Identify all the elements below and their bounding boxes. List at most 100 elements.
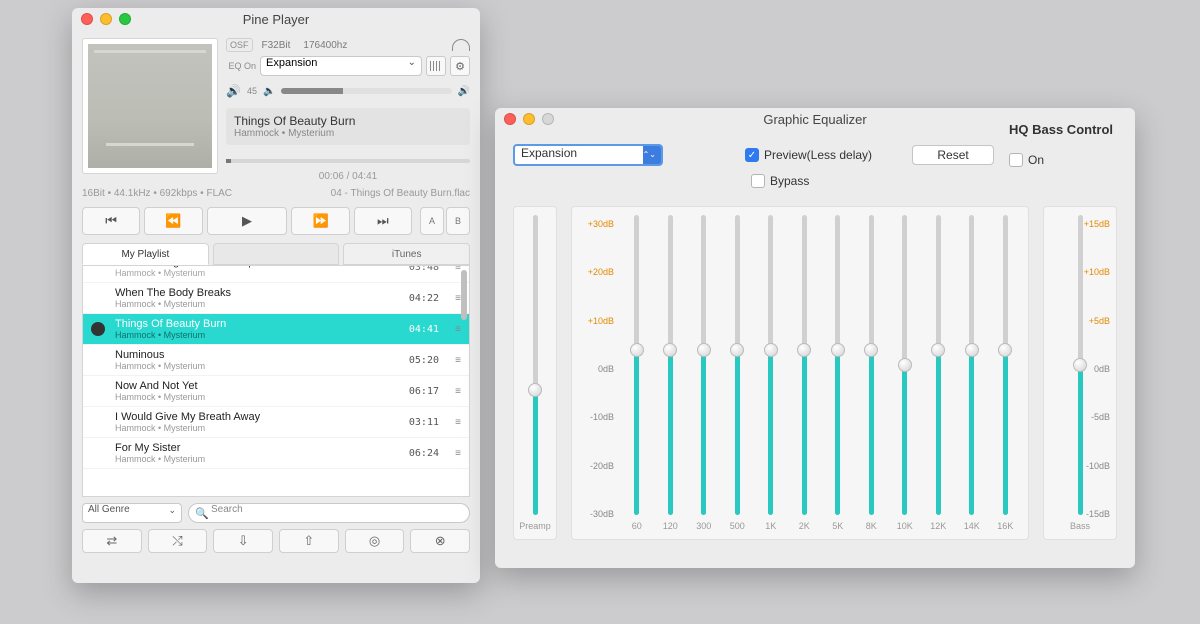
eq-preset-select[interactable]: Expansion ⌃⌄: [513, 144, 663, 166]
export-button[interactable]: ⇧: [279, 529, 339, 553]
playlist-row[interactable]: For My SisterHammock • Mysterium06:24≡: [83, 438, 469, 469]
scale-label: -30dB: [578, 509, 614, 519]
slider-thumb[interactable]: [630, 343, 644, 357]
band-freq-label: 12K: [930, 521, 946, 531]
volume-up-icon[interactable]: 🔊: [458, 86, 470, 97]
player-titlebar[interactable]: Pine Player: [72, 8, 480, 30]
hq-on-checkbox[interactable]: [1009, 153, 1023, 167]
bypass-checkbox[interactable]: [751, 174, 765, 188]
slider-thumb[interactable]: [931, 343, 945, 357]
time-current: 00:06: [319, 171, 344, 182]
search-placeholder: Search: [211, 504, 243, 515]
row-menu-icon[interactable]: ≡: [455, 417, 461, 428]
preamp-slider[interactable]: [533, 215, 538, 515]
ab-b-button[interactable]: B: [446, 207, 470, 235]
playlist-scrollbar[interactable]: [461, 270, 467, 320]
sample-rate-label: 176400hz: [303, 40, 347, 51]
reset-button[interactable]: Reset: [912, 145, 994, 165]
slider-thumb[interactable]: [730, 343, 744, 357]
next-track-button[interactable]: ⏭: [354, 207, 412, 235]
playlist-row[interactable]: When The Body BreaksHammock • Mysterium0…: [83, 283, 469, 314]
upload-icon: ⇧: [303, 533, 314, 549]
slider-thumb[interactable]: [965, 343, 979, 357]
eq-sliders-button[interactable]: [426, 56, 446, 76]
search-input[interactable]: 🔍 Search: [188, 503, 470, 523]
slider-thumb[interactable]: [797, 343, 811, 357]
slider-thumb[interactable]: [1073, 358, 1087, 372]
chevron-down-icon: ⌃⌄: [643, 150, 656, 159]
slider-thumb[interactable]: [831, 343, 845, 357]
playlist-row[interactable]: Things Of Beauty BurnHammock • Mysterium…: [83, 314, 469, 345]
prev-track-button[interactable]: ⏮: [82, 207, 140, 235]
track-title: I Would Give My Breath Away: [115, 411, 260, 423]
slider-thumb[interactable]: [697, 343, 711, 357]
shuffle-icon: ⤭: [172, 533, 182, 549]
progress-bar[interactable]: [226, 159, 470, 163]
shuffle-button[interactable]: ⤭: [148, 529, 208, 553]
repeat-button[interactable]: ⇄: [82, 529, 142, 553]
band-freq-label: 8K: [866, 521, 877, 531]
slider-thumb[interactable]: [864, 343, 878, 357]
import-button[interactable]: ⇩: [213, 529, 273, 553]
preview-checkbox-row[interactable]: Preview(Less delay): [745, 148, 872, 162]
slider-thumb[interactable]: [528, 383, 542, 397]
eq-band-slider[interactable]: [668, 215, 673, 515]
row-menu-icon[interactable]: ≡: [455, 355, 461, 366]
disc-button[interactable]: ◎: [345, 529, 405, 553]
volume-down-icon[interactable]: 🔈: [263, 86, 275, 97]
slider-thumb[interactable]: [663, 343, 677, 357]
playlist-row[interactable]: Dust Swirling Into Your ShapeHammock • M…: [83, 265, 469, 283]
row-menu-icon[interactable]: ≡: [455, 386, 461, 397]
preamp-panel: Preamp: [513, 206, 557, 540]
eq-band-slider[interactable]: [902, 215, 907, 515]
now-playing-subtitle: Hammock • Mysterium: [234, 128, 462, 139]
slider-thumb[interactable]: [898, 358, 912, 372]
row-menu-icon[interactable]: ≡: [455, 448, 461, 459]
hq-bass-title: HQ Bass Control: [1009, 122, 1117, 137]
settings-button[interactable]: ⚙: [450, 56, 470, 76]
eq-band: 60: [620, 215, 654, 535]
ab-a-button[interactable]: A: [420, 207, 444, 235]
eq-band-slider[interactable]: [701, 215, 706, 515]
slider-thumb[interactable]: [764, 343, 778, 357]
playlist-row[interactable]: I Would Give My Breath AwayHammock • Mys…: [83, 407, 469, 438]
eq-band-slider[interactable]: [802, 215, 807, 515]
playlist-row[interactable]: NuminousHammock • Mysterium05:20≡: [83, 345, 469, 376]
preset-select[interactable]: Expansion: [260, 56, 422, 76]
dial-icon[interactable]: [452, 39, 470, 51]
eq-band-slider[interactable]: [969, 215, 974, 515]
tab-blank[interactable]: [213, 243, 340, 265]
eq-band-slider[interactable]: [634, 215, 639, 515]
track-duration: 03:48: [409, 265, 439, 273]
fast-forward-button[interactable]: ⏩: [291, 207, 349, 235]
rewind-button[interactable]: ⏪: [144, 207, 202, 235]
album-art: [82, 38, 218, 174]
volume-slider[interactable]: [281, 88, 451, 94]
preview-checkbox[interactable]: [745, 148, 759, 162]
track-subtitle: Hammock • Mysterium: [115, 361, 205, 371]
row-menu-icon[interactable]: ≡: [455, 324, 461, 335]
tab-itunes[interactable]: iTunes: [343, 243, 470, 265]
playlist-row[interactable]: Now And Not YetHammock • Mysterium06:17≡: [83, 376, 469, 407]
track-subtitle: Hammock • Mysterium: [115, 330, 226, 340]
eq-band-slider[interactable]: [735, 215, 740, 515]
eq-band-slider[interactable]: [1003, 215, 1008, 515]
eq-band-slider[interactable]: [936, 215, 941, 515]
close-circle-icon: ⊗: [435, 533, 446, 549]
slider-thumb[interactable]: [998, 343, 1012, 357]
play-button[interactable]: ▶: [207, 207, 288, 235]
genre-select[interactable]: All Genre: [82, 503, 182, 523]
tab-my-playlist[interactable]: My Playlist: [82, 243, 209, 265]
eq-band: 12K: [922, 215, 956, 535]
eq-band: 2K: [788, 215, 822, 535]
scale-label: -20dB: [578, 461, 614, 471]
eq-band-slider[interactable]: [835, 215, 840, 515]
power-button[interactable]: ⊗: [410, 529, 470, 553]
file-meta-left: 16Bit • 44.1kHz • 692kbps • FLAC: [82, 188, 232, 199]
hq-on-checkbox-row[interactable]: On: [1009, 153, 1117, 167]
eq-band-slider[interactable]: [768, 215, 773, 515]
bypass-label: Bypass: [770, 174, 809, 188]
bypass-checkbox-row[interactable]: Bypass: [751, 174, 1117, 188]
eq-band-slider[interactable]: [869, 215, 874, 515]
bass-slider[interactable]: [1078, 215, 1083, 515]
